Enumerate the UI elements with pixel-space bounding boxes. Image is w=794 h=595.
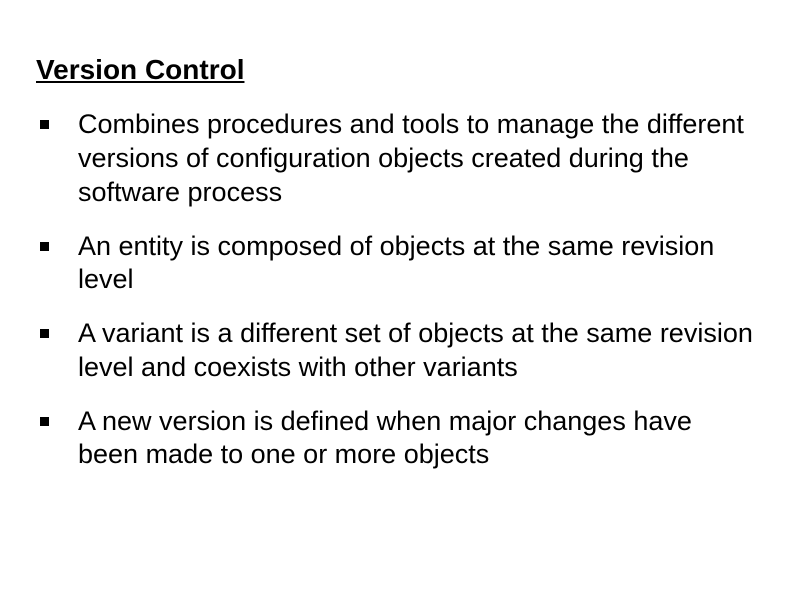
list-item: An entity is composed of objects at the …	[36, 230, 758, 298]
bullet-list: Combines procedures and tools to manage …	[36, 108, 758, 472]
list-item: A new version is defined when major chan…	[36, 405, 758, 473]
list-item: A variant is a different set of objects …	[36, 317, 758, 385]
bullet-square-icon	[40, 242, 49, 251]
bullet-square-icon	[40, 329, 49, 338]
slide-title: Version Control	[36, 52, 758, 88]
slide-page: Version Control Combines procedures and …	[0, 0, 794, 528]
list-item: Combines procedures and tools to manage …	[36, 108, 758, 209]
bullet-square-icon	[40, 417, 49, 426]
bullet-text: An entity is composed of objects at the …	[78, 231, 714, 295]
bullet-square-icon	[40, 120, 49, 129]
bullet-text: Combines procedures and tools to manage …	[78, 109, 744, 207]
bullet-text: A new version is defined when major chan…	[78, 406, 692, 470]
bullet-text: A variant is a different set of objects …	[78, 318, 753, 382]
